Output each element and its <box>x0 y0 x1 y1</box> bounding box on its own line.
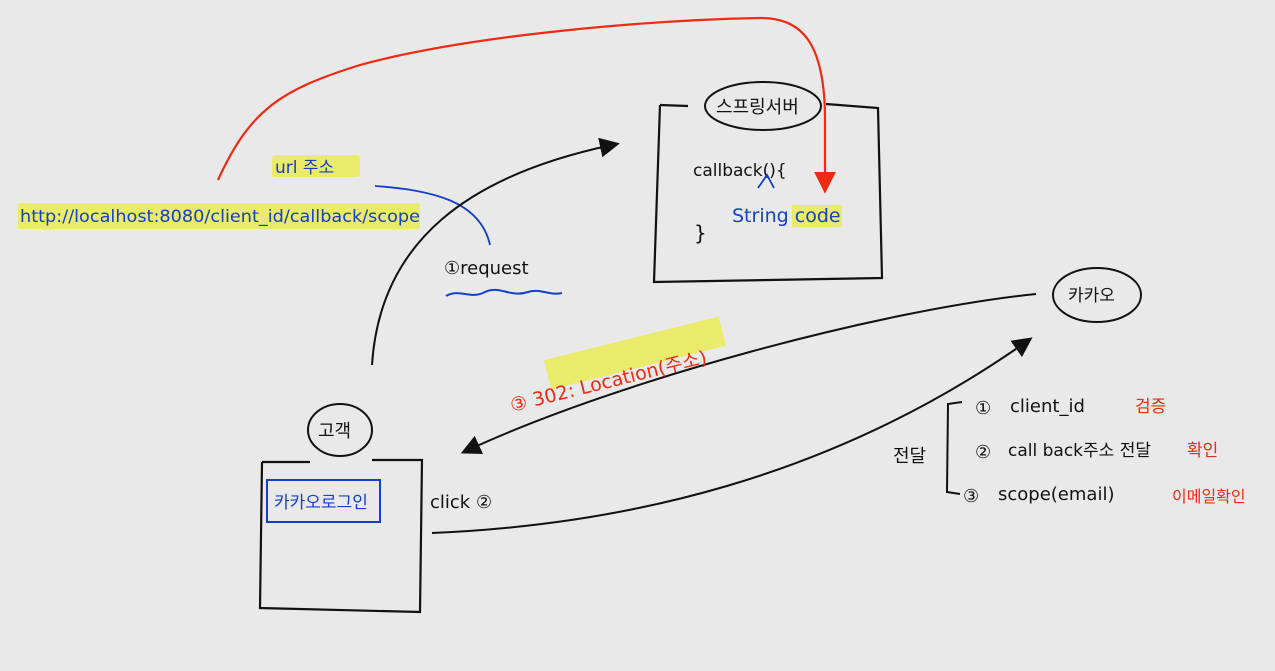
kakao-label: 카카오 <box>1068 286 1115 306</box>
closing-brace: } <box>694 221 707 245</box>
list-item-3-text: ③ <box>963 486 979 507</box>
customer-label: 고객 <box>318 421 351 442</box>
list-item-1-label: client_id <box>1010 396 1085 417</box>
diagram-canvas: url 주소 http://localhost:8080/client_id/c… <box>18 16 1246 614</box>
transfer-bracket <box>945 401 963 495</box>
list-item-2-label: call back주소 전달 <box>1008 441 1151 461</box>
click-label: click ② <box>430 492 492 513</box>
customer-box <box>258 458 424 614</box>
request-label: ①request <box>444 258 529 279</box>
callback-text: callback(){ <box>693 161 787 181</box>
request-arrow <box>371 137 620 366</box>
list-item-1-text: ① <box>975 398 991 419</box>
list-item-1-note: 검증 <box>1135 397 1166 417</box>
kakao-login-label: 카카오로그인 <box>274 493 368 513</box>
url-text: http://localhost:8080/client_id/callback… <box>20 207 420 227</box>
list-item-3-label: scope(email) <box>998 484 1114 505</box>
transfer-label: 전달 <box>893 446 926 467</box>
list-item-2-note: 확인 <box>1187 441 1218 461</box>
click-arrow <box>431 337 1033 534</box>
request-underline <box>445 288 563 297</box>
url-title: url 주소 <box>275 158 334 178</box>
list-item-3-note: 이메일확인 <box>1172 487 1246 506</box>
server-title: 스프링서버 <box>716 97 799 118</box>
string-code: String code <box>732 205 841 227</box>
list-item-2-text: ② <box>975 442 991 463</box>
